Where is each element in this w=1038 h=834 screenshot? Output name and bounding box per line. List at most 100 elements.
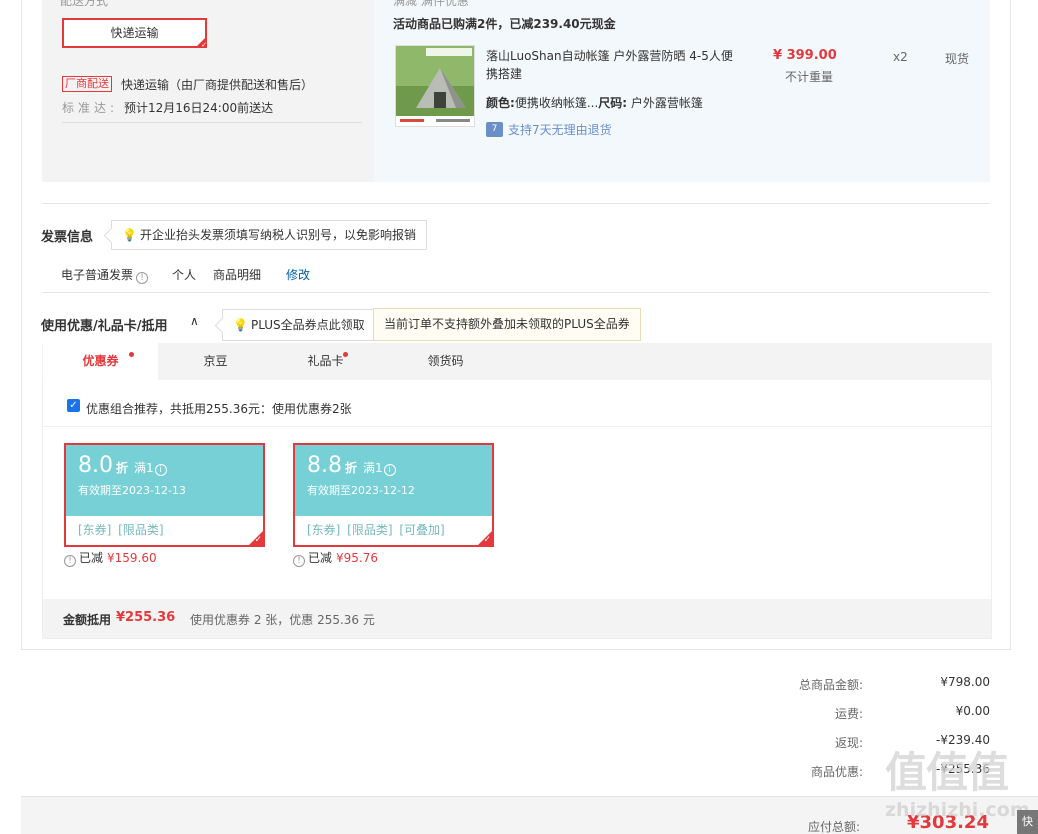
product-price: ¥ 399.00 <box>773 48 837 63</box>
standard-delivery-text: 预计12月16日24:00前送达 <box>124 101 274 115</box>
invoice-detail: 商品明细 <box>213 268 262 282</box>
coupon-saved: ! 已减 ¥159.60 <box>64 549 157 567</box>
size-label: 尺码: <box>598 96 628 110</box>
lightbulb-icon: 💡 <box>233 318 248 332</box>
tab-gift-card[interactable]: 礼品卡 <box>273 343 378 380</box>
product-weight: 不计重量 <box>785 70 834 84</box>
notification-dot <box>129 352 134 357</box>
cashback-value: -¥239.40 <box>936 733 990 747</box>
payable-label: 应付总额: <box>808 820 861 834</box>
coupon-tags: [东券] [限品类] <box>78 523 164 537</box>
coupon-unit: 折 <box>345 461 358 475</box>
coupon-condition: 满1 i <box>134 461 167 476</box>
total-goods-label: 总商品金额: <box>798 678 863 692</box>
coupon-card-header: 8.0 折满1 i 有效期至2023-12-13 <box>66 445 263 516</box>
tab-label: 京豆 <box>203 354 228 368</box>
coupon-summary-bar <box>43 599 991 638</box>
info-icon[interactable]: ! <box>136 272 149 284</box>
invoice-type: 电子普通发票! <box>61 266 149 284</box>
coupon-saved-amount: ¥159.60 <box>107 551 157 565</box>
combo-recommend-checkbox[interactable]: ✓ <box>67 399 80 412</box>
info-icon[interactable]: i <box>154 464 167 476</box>
promo-cut-label: 满减 满件优惠 <box>393 0 469 8</box>
coupon-discount: 8.8 <box>307 453 342 478</box>
section-divider <box>42 203 990 204</box>
coupon-unit: 折 <box>116 461 129 475</box>
coupon-section-title[interactable]: 使用优惠/礼品卡/抵用 <box>41 315 168 334</box>
section-divider <box>42 292 990 293</box>
chevron-up-icon[interactable]: ∧ <box>190 314 199 328</box>
plus-coupon-tip[interactable]: 💡 PLUS全品券点此领取 <box>222 309 376 341</box>
total-goods-value: ¥798.00 <box>940 675 990 689</box>
shipping-divider <box>62 122 362 123</box>
color-label: 颜色: <box>486 96 515 110</box>
product-name[interactable]: 落山LuoShan自动帐篷 户外露营防晒 4-5人便携搭建 <box>486 47 736 83</box>
coupon-summary-amount: ¥255.36 <box>116 610 176 625</box>
info-icon[interactable]: ! <box>293 555 305 567</box>
coupon-saved: ! 已减 ¥95.76 <box>293 549 378 567</box>
tab-coupons[interactable]: 优惠券 <box>43 343 158 380</box>
promo-title: 活动商品已购满2件，已减239.40元现金 <box>393 17 616 31</box>
coupon-card-header: 8.8 折满1 i 有效期至2023-12-12 <box>295 445 492 516</box>
watermark-logo: 值值值 <box>885 748 1009 797</box>
tent-image <box>396 46 474 126</box>
plus-coupon-warning: 当前订单不支持额外叠加未领取的PLUS全品券 <box>373 308 641 341</box>
factory-delivery-text: 快递运输（由厂商提供配送和售后） <box>121 78 314 92</box>
express-shipping-button[interactable]: 快递运输 <box>62 18 207 49</box>
watermark-url: zhizhizhi.com <box>885 799 1030 821</box>
tab-label: 领货码 <box>427 354 464 368</box>
tab-label: 礼品卡 <box>307 354 344 368</box>
tab-label: 优惠券 <box>82 354 119 368</box>
coupon-condition-text: 满1 <box>363 461 383 475</box>
coupon-validity: 有效期至2023-12-12 <box>307 484 415 497</box>
coupon-validity: 有效期至2023-12-13 <box>78 484 186 497</box>
standard-delivery-label: 标准达: <box>62 101 119 115</box>
selected-check-icon <box>195 36 207 49</box>
product-discount-label: 商品优惠: <box>810 765 863 779</box>
coupon-discount-row: 8.0 折满1 i <box>78 453 251 478</box>
invoice-tip-text: 开企业抬头发票须填写纳税人识别号，以免影响报销 <box>139 228 416 242</box>
factory-delivery-badge: 厂商配送 <box>62 76 112 92</box>
coupon-saved-label: 已减 <box>308 551 333 565</box>
invoice-person: 个人 <box>172 268 197 282</box>
side-quick-button[interactable]: 快速 <box>1017 810 1038 834</box>
plus-coupon-tip-text: PLUS全品券点此领取 <box>250 318 365 332</box>
coupon-summary-text: 使用优惠券 2 张，优惠 255.36 元 <box>190 613 375 627</box>
notification-dot <box>343 352 348 357</box>
invoice-edit-link[interactable]: 修改 <box>286 266 310 283</box>
product-image[interactable] <box>395 45 475 127</box>
size-value: 户外露营帐篷 <box>630 96 703 110</box>
coupon-tags: [东券] [限品类] [可叠加] <box>307 523 445 537</box>
info-icon[interactable]: i <box>383 464 396 476</box>
coupon-saved-amount: ¥95.76 <box>336 551 379 565</box>
cashback-label: 返现: <box>834 736 863 750</box>
tab-redeem-code[interactable]: 领货码 <box>378 343 513 380</box>
check-icon: ✓ <box>483 535 491 545</box>
info-icon[interactable]: ! <box>64 555 76 567</box>
coupon-summary-label: 金额抵用 <box>63 613 112 627</box>
coupon-condition: 满1 i <box>363 461 396 476</box>
product-stock-status: 现货 <box>945 52 970 66</box>
coupon-condition-text: 满1 <box>134 461 154 475</box>
combo-divider <box>43 426 991 427</box>
coupon-discount-row: 8.8 折满1 i <box>307 453 480 478</box>
tab-jingdou[interactable]: 京豆 <box>158 343 273 380</box>
invoice-tip: 💡 开企业抬头发票须填写纳税人识别号，以免影响报销 <box>111 220 427 250</box>
shipping-cut-label: 配送方式 <box>60 0 109 8</box>
shipping-fee-value: ¥0.00 <box>955 704 990 718</box>
invoice-type-label: 电子普通发票 <box>61 268 134 282</box>
coupon-card[interactable]: 8.0 折满1 i 有效期至2023-12-13 [东券] [限品类] ✓ <box>64 443 265 547</box>
invoice-title: 发票信息 <box>41 230 94 245</box>
product-quantity: x2 <box>893 50 908 64</box>
site-watermark: 值值值 zhizhizhi.com <box>885 750 1035 830</box>
coupon-card[interactable]: 8.8 折满1 i 有效期至2023-12-12 [东券] [限品类] [可叠加] … <box>293 443 494 547</box>
color-value: 便携收纳帐篷... <box>514 96 599 110</box>
coupon-saved-label: 已减 <box>79 551 104 565</box>
return-policy-icon: 7 <box>486 122 503 137</box>
coupon-discount: 8.0 <box>78 453 113 478</box>
express-shipping-label: 快递运输 <box>110 26 159 40</box>
check-icon: ✓ <box>254 535 262 545</box>
product-attributes: 颜色:便携收纳帐篷...尺码: 户外露营帐篷 <box>486 94 703 111</box>
shipping-fee-label: 运费: <box>834 707 863 721</box>
return-policy-text: 支持7天无理由退货 <box>508 123 612 137</box>
